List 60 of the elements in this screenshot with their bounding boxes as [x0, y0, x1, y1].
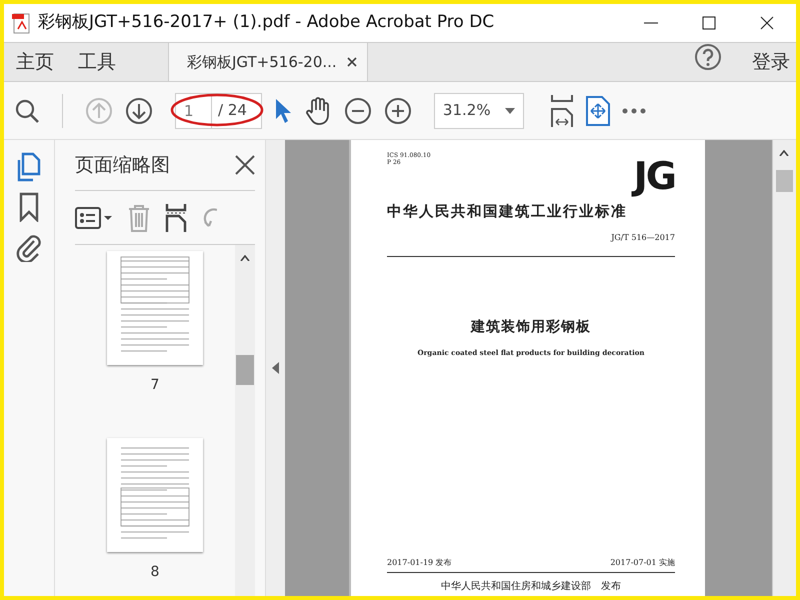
page-number-label: 7: [150, 376, 160, 395]
close-panel-button[interactable]: [235, 155, 255, 175]
up-caret-icon: [779, 150, 789, 156]
scrollbar[interactable]: [235, 245, 255, 596]
issuer: 中华人民共和国住房和城乡建设部 发布: [440, 580, 622, 594]
close-icon: [235, 155, 255, 175]
more-icon: [622, 108, 646, 114]
document-tab[interactable]: 彩钢板JGT+516-20...: [168, 43, 368, 81]
select-tool-button[interactable]: [274, 96, 292, 124]
up-caret-icon: [240, 255, 250, 261]
window-title: 彩钢板JGT+516-2017+ (1).pdf - Adobe Acrobat Pro DC: [38, 11, 496, 34]
trash-icon: [127, 204, 151, 232]
nav-tab[interactable]: 工具: [66, 43, 128, 81]
page-insert-icon: [165, 204, 187, 232]
standard-number: JG/T 516—2017: [610, 232, 675, 244]
paperclip-icon: [14, 232, 44, 262]
fit-width-button[interactable]: [550, 94, 574, 126]
paperclip-tab[interactable]: [14, 232, 44, 262]
collapse-panel-button[interactable]: [272, 362, 279, 374]
page-thumbnail[interactable]: [107, 251, 203, 365]
list-options-icon: [75, 206, 113, 228]
panel-title: 页面缩略图: [75, 152, 170, 178]
document-title: 建筑装饰用彩钢板: [469, 318, 592, 337]
options-button[interactable]: [75, 206, 113, 228]
page-thumbnail[interactable]: [107, 438, 203, 552]
standard-heading: 中华人民共和国建筑工业行业标准: [387, 202, 628, 222]
left-caret-icon: [272, 362, 279, 374]
up-arrow-circle-icon: [85, 96, 113, 124]
insert-page-button[interactable]: [165, 204, 187, 232]
pdf-file-icon: [10, 11, 32, 35]
next-page-button[interactable]: [125, 96, 153, 124]
scrollbar-thumb[interactable]: [776, 170, 793, 192]
expand-arrows-icon: [586, 96, 610, 126]
zoom-in-button[interactable]: [384, 96, 412, 124]
issue-date: 2017-01-19 发布: [387, 557, 452, 569]
maximize-icon: [702, 16, 716, 30]
down-arrow-circle-icon: [125, 96, 153, 124]
search-icon: [14, 98, 40, 124]
more-button[interactable]: [622, 108, 646, 114]
hand-tool-button[interactable]: [304, 96, 332, 126]
zoom-dropdown[interactable]: 31.2%: [434, 92, 524, 128]
page-number-label: 8: [150, 563, 160, 582]
scrollbar[interactable]: [772, 140, 796, 596]
plus-circle-icon: [384, 96, 412, 124]
sign-in-link[interactable]: 登录: [740, 43, 796, 81]
close-icon: [760, 16, 774, 30]
minimize-icon: [644, 22, 658, 24]
caret-icon: [504, 108, 515, 114]
help-icon: [694, 43, 722, 71]
pointer-icon: [274, 96, 292, 124]
zoom-out-button[interactable]: [344, 96, 372, 124]
fit-page-icon: [550, 94, 574, 126]
scrollbar-thumb[interactable]: [236, 355, 254, 385]
close-icon[interactable]: [347, 57, 357, 67]
effective-date: 2017-07-01 实施: [610, 557, 675, 569]
search-button[interactable]: [14, 98, 40, 124]
hand-icon: [304, 96, 332, 126]
full-screen-button[interactable]: [586, 96, 610, 126]
minus-circle-icon: [344, 96, 372, 124]
nav-tab[interactable]: 主页: [4, 43, 66, 81]
